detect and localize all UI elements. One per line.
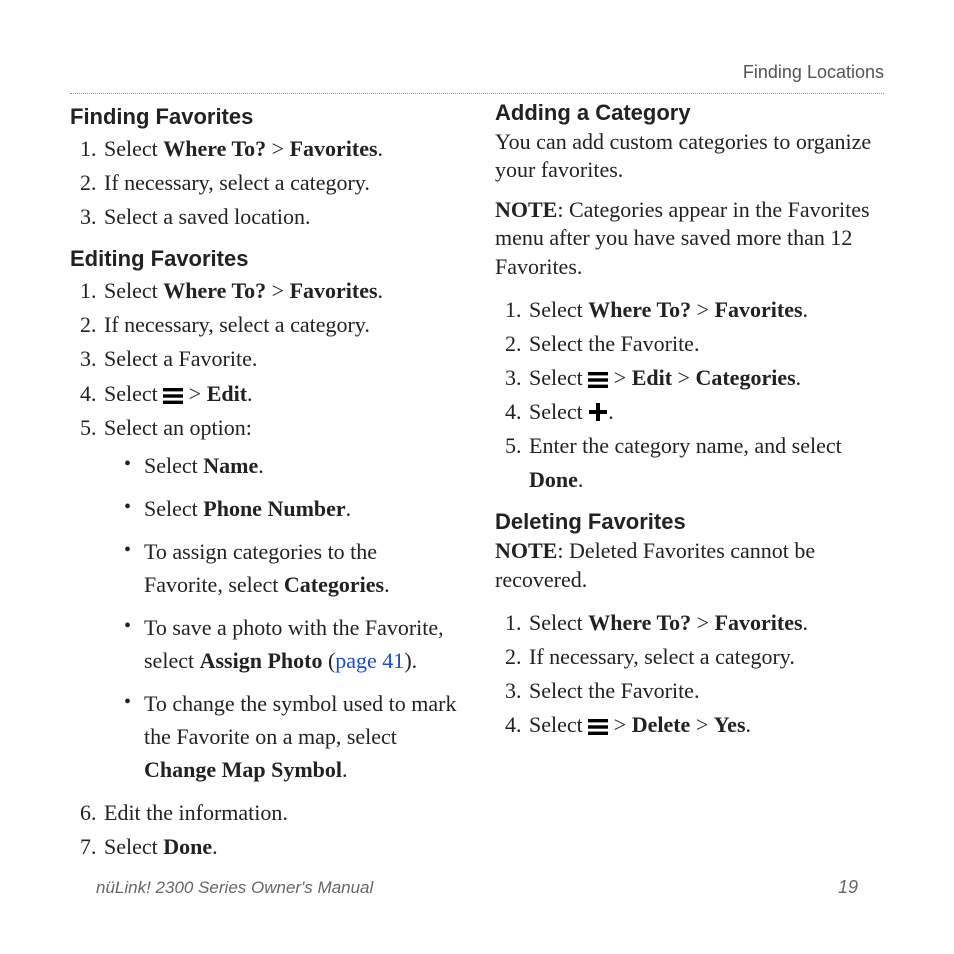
menu-icon: [588, 372, 608, 388]
finding-steps: Select Where To? > Favorites. If necessa…: [70, 132, 459, 234]
list-item: Select .: [527, 395, 884, 429]
running-header: Finding Locations: [70, 62, 884, 94]
list-item: Select a saved location.: [102, 200, 459, 234]
list-item: Select Name.: [124, 449, 459, 482]
heading-deleting-favorites: Deleting Favorites: [495, 509, 884, 535]
list-item: Select > Edit.: [102, 377, 459, 411]
deleting-steps: Select Where To? > Favorites. If necessa…: [495, 606, 884, 742]
list-item: To assign categories to the Favorite, se…: [124, 535, 459, 601]
list-item: Select Where To? > Favorites.: [527, 606, 884, 640]
adding-intro: You can add custom categories to organiz…: [495, 128, 884, 184]
list-item: Select Where To? > Favorites.: [102, 274, 459, 308]
menu-icon: [588, 719, 608, 735]
editing-options: Select Name. Select Phone Number. To ass…: [104, 449, 459, 786]
heading-adding-category: Adding a Category: [495, 100, 884, 126]
plus-icon: [588, 402, 608, 422]
editing-steps: Select Where To? > Favorites. If necessa…: [70, 274, 459, 864]
list-item: Select Where To? > Favorites.: [102, 132, 459, 166]
page-link[interactable]: page 41: [335, 648, 404, 673]
list-item: If necessary, select a category.: [527, 640, 884, 674]
deleting-note: NOTE: Deleted Favorites cannot be recove…: [495, 537, 884, 593]
footer-manual-title: nüLink! 2300 Series Owner's Manual: [96, 878, 373, 898]
heading-finding-favorites: Finding Favorites: [70, 104, 459, 130]
list-item: Select > Edit > Categories.: [527, 361, 884, 395]
list-item: Select Phone Number.: [124, 492, 459, 525]
heading-editing-favorites: Editing Favorites: [70, 246, 459, 272]
list-item: To change the symbol used to mark the Fa…: [124, 687, 459, 786]
list-item: Select the Favorite.: [527, 327, 884, 361]
list-item: Select a Favorite.: [102, 342, 459, 376]
menu-icon: [163, 388, 183, 404]
list-item: Select an option: Select Name. Select Ph…: [102, 411, 459, 786]
list-item: Select Where To? > Favorites.: [527, 293, 884, 327]
list-item: If necessary, select a category.: [102, 166, 459, 200]
list-item: If necessary, select a category.: [102, 308, 459, 342]
list-item: To save a photo with the Favorite, selec…: [124, 611, 459, 677]
adding-steps: Select Where To? > Favorites. Select the…: [495, 293, 884, 498]
adding-note: NOTE: Categories appear in the Favorites…: [495, 196, 884, 280]
list-item: Select the Favorite.: [527, 674, 884, 708]
list-item: Select Done.: [102, 830, 459, 864]
list-item: Edit the information.: [102, 796, 459, 830]
list-item: Enter the category name, and select Done…: [527, 429, 884, 497]
content-columns: Finding Favorites Select Where To? > Fav…: [70, 100, 884, 868]
list-item: Select > Delete > Yes.: [527, 708, 884, 742]
footer-page-number: 19: [838, 877, 858, 898]
